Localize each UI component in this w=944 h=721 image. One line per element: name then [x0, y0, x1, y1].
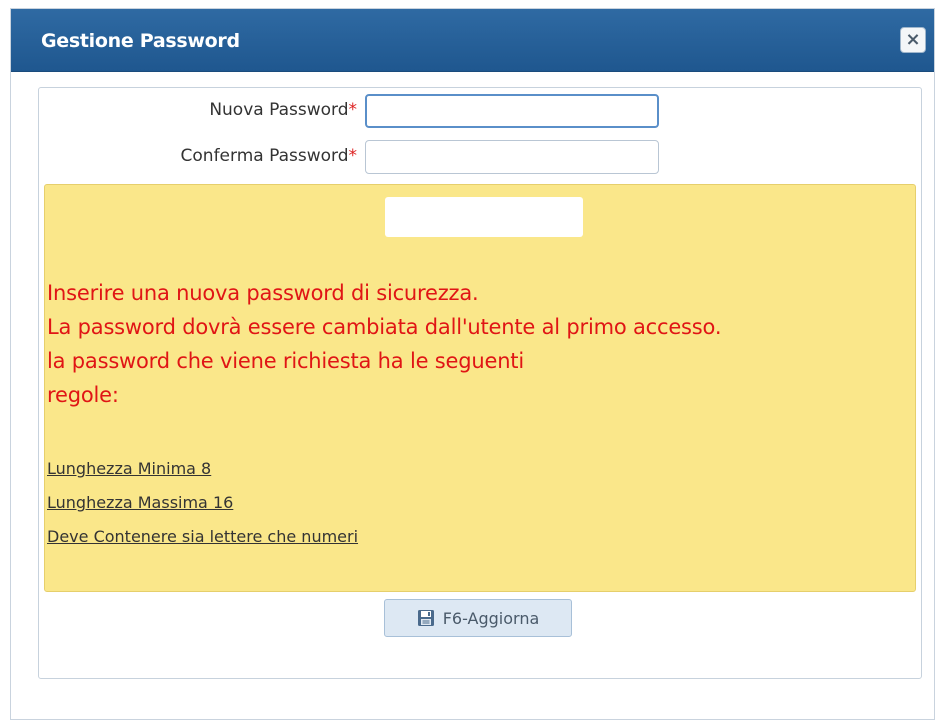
info-line: Inserire una nuova password di sicurezza…: [47, 281, 479, 305]
close-icon: ×: [905, 29, 921, 50]
redacted-area: [385, 197, 583, 237]
password-info-box: Inserire una nuova password di sicurezza…: [44, 184, 916, 592]
confirm-password-label-text: Conferma Password: [180, 146, 349, 166]
info-line: regole:: [47, 383, 119, 407]
form-panel: Nuova Password* Conferma Password* Inser…: [38, 87, 922, 679]
dialog-title: Gestione Password: [41, 30, 240, 52]
password-dialog: Gestione Password × Nuova Password* Conf…: [10, 8, 935, 720]
dialog-titlebar[interactable]: Gestione Password ×: [11, 9, 934, 72]
new-password-label: Nuova Password*: [67, 100, 357, 120]
info-line: La password dovrà essere cambiata dall'u…: [47, 315, 722, 339]
new-password-input[interactable]: [365, 94, 659, 128]
rule-item: Deve Contenere sia lettere che numeri: [47, 527, 359, 546]
rule-item: Lunghezza Massima 16: [47, 493, 234, 512]
close-button[interactable]: ×: [900, 27, 926, 53]
info-line: la password che viene richiesta ha le se…: [47, 349, 524, 373]
update-button[interactable]: F6-Aggiorna: [384, 599, 572, 637]
rule-item: Lunghezza Minima 8: [47, 459, 212, 478]
new-password-label-text: Nuova Password: [209, 100, 349, 120]
confirm-password-input[interactable]: [365, 140, 659, 174]
confirm-password-label: Conferma Password*: [67, 146, 357, 166]
update-button-label: F6-Aggiorna: [442, 608, 540, 628]
required-mark: *: [348, 100, 358, 120]
floppy-disk-icon: [417, 609, 435, 627]
required-mark: *: [348, 146, 358, 166]
